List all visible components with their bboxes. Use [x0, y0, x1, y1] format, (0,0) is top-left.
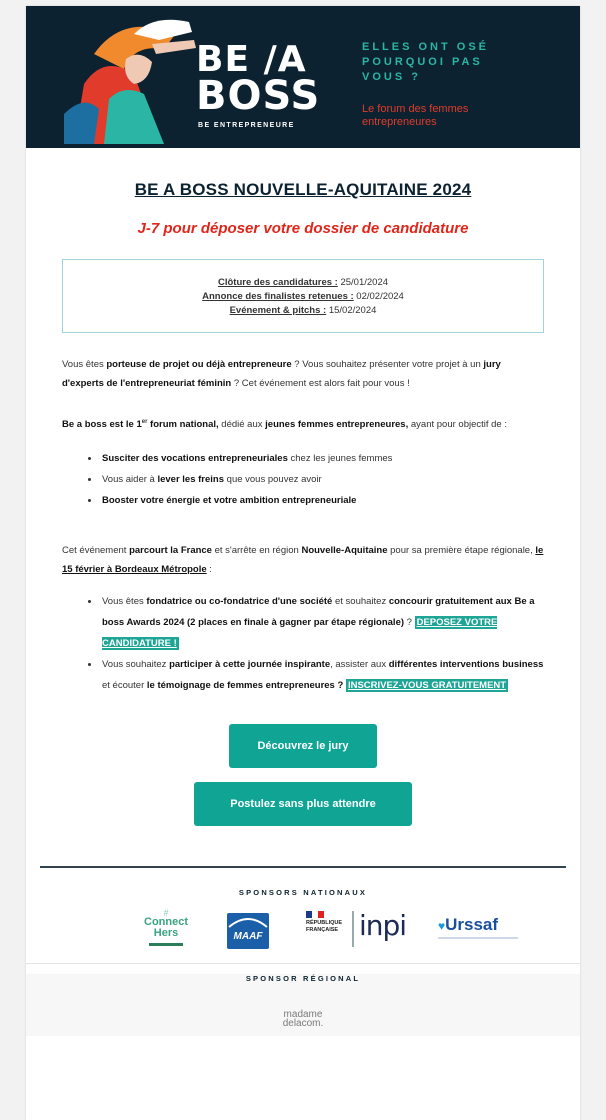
list-item: Vous souhaitez participer à cette journé…	[100, 654, 544, 696]
logo-line-boss: BOSS	[196, 73, 321, 119]
date-value: 02/02/2024	[353, 291, 404, 302]
section-divider	[40, 866, 566, 869]
republique-text-2: FRANÇAISE	[306, 927, 339, 934]
text: , assister aux	[330, 659, 389, 671]
bold-text: jeunes femmes entrepreneures,	[265, 419, 409, 431]
bold-text: le témoignage de femmes entrepreneures ?	[146, 680, 344, 692]
tagline-bar-icon	[438, 937, 518, 940]
header-banner: BE /A BOSS BE ENTREPRENEURE ELLES ONT OS…	[26, 6, 580, 148]
bold-text: lever les freins	[157, 474, 225, 486]
text: Cet événement	[62, 545, 130, 557]
apply-now-button[interactable]: Postulez sans plus attendre	[194, 782, 412, 827]
maaf-logo[interactable]: MAAF	[227, 913, 269, 950]
madame-delacom-logo[interactable]: madame delacom.	[26, 1010, 580, 1030]
text: pour sa première étape régionale,	[387, 545, 536, 557]
text: ?	[404, 617, 415, 629]
bold-text: parcourt la France	[129, 545, 212, 557]
bnp-bar-icon	[149, 943, 183, 947]
bold-text: Booster votre énergie et votre ambition …	[102, 495, 357, 507]
text: :	[206, 564, 212, 576]
event-paragraph: Cet événement parcourt la France et s'ar…	[62, 541, 544, 579]
text: ? Vous souhaitez présenter votre projet …	[291, 359, 484, 370]
logo-subtitle: BE ENTREPRENEURE	[198, 122, 295, 129]
urssaf-text: Urssaf	[445, 915, 499, 935]
tagline-line-3: VOUS ?	[362, 71, 421, 83]
section-divider	[26, 963, 580, 965]
date-row: Evénement & pitchs : 15/02/2024	[73, 304, 533, 318]
text: et s'arrête en région	[211, 545, 302, 557]
bold-text: forum national,	[147, 419, 219, 431]
inpi-logo[interactable]: inpi	[359, 909, 407, 942]
cta-buttons: Découvrez le jury Postulez sans plus att…	[62, 724, 544, 827]
date-label: Clôture des candidatures :	[217, 277, 338, 288]
text: et écouter	[102, 680, 147, 692]
hers-text: Hers	[153, 927, 179, 940]
email-container: BE /A BOSS BE ENTREPRENEURE ELLES ONT OS…	[26, 6, 580, 1120]
date-row: Annonce des finalistes retenues : 02/02/…	[73, 290, 533, 304]
page-title: BE A BOSS NOUVELLE-AQUITAINE 2024	[134, 180, 472, 199]
text: ? Cet événement est alors fait pour vous…	[231, 378, 410, 389]
text: chez les jeunes femmes	[287, 453, 393, 465]
bold-text: participer à cette journée inspirante	[169, 659, 331, 671]
bold-text: Susciter des vocations entrepreneuriales	[102, 453, 288, 465]
text: que vous pouvez avoir	[224, 474, 322, 486]
list-item: Vous êtes fondatrice ou co-fondatrice d'…	[100, 591, 544, 654]
bold-text: fondatrice ou co-fondatrice d'une sociét…	[146, 596, 333, 608]
bold-text: Nouvelle-Aquitaine	[301, 545, 388, 557]
urssaf-logo[interactable]: ♥Urssaf	[438, 915, 528, 940]
tagline-line-1: ELLES ONT OSÉ	[362, 41, 490, 53]
register-free-link[interactable]: INSCRIVEZ-VOUS GRATUITEMENT	[345, 679, 509, 693]
intro-paragraph: Vous êtes porteuse de projet ou déjà ent…	[62, 355, 544, 393]
page-subtitle: J-7 pour déposer votre dossier de candid…	[137, 220, 469, 237]
bold-text: différentes interventions business	[388, 659, 544, 671]
text: et souhaitez	[332, 596, 389, 608]
tagline-subtitle: Le forum des femmes entrepreneures	[362, 103, 469, 128]
tagline: ELLES ONT OSÉ POURQUOI PAS VOUS ?	[362, 40, 489, 85]
delacom-text: delacom.	[282, 1018, 324, 1030]
text: dédié aux	[218, 419, 266, 431]
date-row: Clôture des candidatures : 25/01/2024	[73, 276, 533, 290]
objectives-list: Susciter des vocations entrepreneuriales…	[62, 448, 544, 511]
list-item: Susciter des vocations entrepreneuriales…	[100, 448, 544, 469]
forum-paragraph: Be a boss est le 1er forum national, déd…	[62, 413, 544, 434]
date-label: Evénement & pitchs :	[229, 305, 327, 316]
bold-text: porteuse de projet ou déjà entrepreneure	[106, 359, 292, 370]
participation-list: Vous êtes fondatrice ou co-fondatrice d'…	[62, 591, 544, 696]
regional-sponsor-title: SPONSOR RÉGIONAL	[245, 974, 361, 984]
wave-icon	[228, 918, 268, 928]
text: ayant pour objectif de :	[408, 419, 507, 431]
national-sponsors-row: # Connect Hers MAAF RÉPUBLIQUE FRANÇAISE…	[26, 905, 580, 963]
republique-text-1: RÉPUBLIQUE	[306, 920, 343, 927]
regional-sponsor-band: SPONSOR RÉGIONAL madame delacom.	[26, 974, 580, 1037]
list-item: Booster votre énergie et votre ambition …	[100, 490, 544, 511]
text: Vous êtes	[102, 596, 147, 608]
republique-francaise-logo[interactable]: RÉPUBLIQUE FRANÇAISE	[306, 911, 356, 934]
connect-hers-logo[interactable]: # Connect Hers	[136, 909, 196, 947]
key-dates-box: Clôture des candidatures : 25/01/2024 An…	[62, 259, 544, 333]
text: Vous aider à	[102, 474, 158, 486]
logo-wordmark: BE /A BOSS	[196, 42, 321, 119]
email-body: BE A BOSS NOUVELLE-AQUITAINE 2024 J-7 po…	[26, 180, 580, 827]
national-sponsors-title: SPONSORS NATIONAUX	[238, 888, 368, 898]
bold-text: Be a boss est le 1	[62, 419, 142, 431]
date-label: Annonce des finalistes retenues :	[202, 291, 354, 302]
tagline-line-2: POURQUOI PAS	[362, 56, 483, 68]
list-item: Vous aider à lever les freins que vous p…	[100, 469, 544, 490]
text: Vous souhaitez	[102, 659, 170, 671]
logo-separator	[352, 911, 354, 948]
text: Vous êtes	[62, 359, 107, 370]
discover-jury-button[interactable]: Découvrez le jury	[229, 724, 377, 769]
date-value: 15/02/2024	[326, 305, 377, 316]
flag-icon	[306, 911, 324, 919]
maaf-text: MAAF	[233, 931, 263, 943]
date-value: 25/01/2024	[337, 277, 389, 288]
